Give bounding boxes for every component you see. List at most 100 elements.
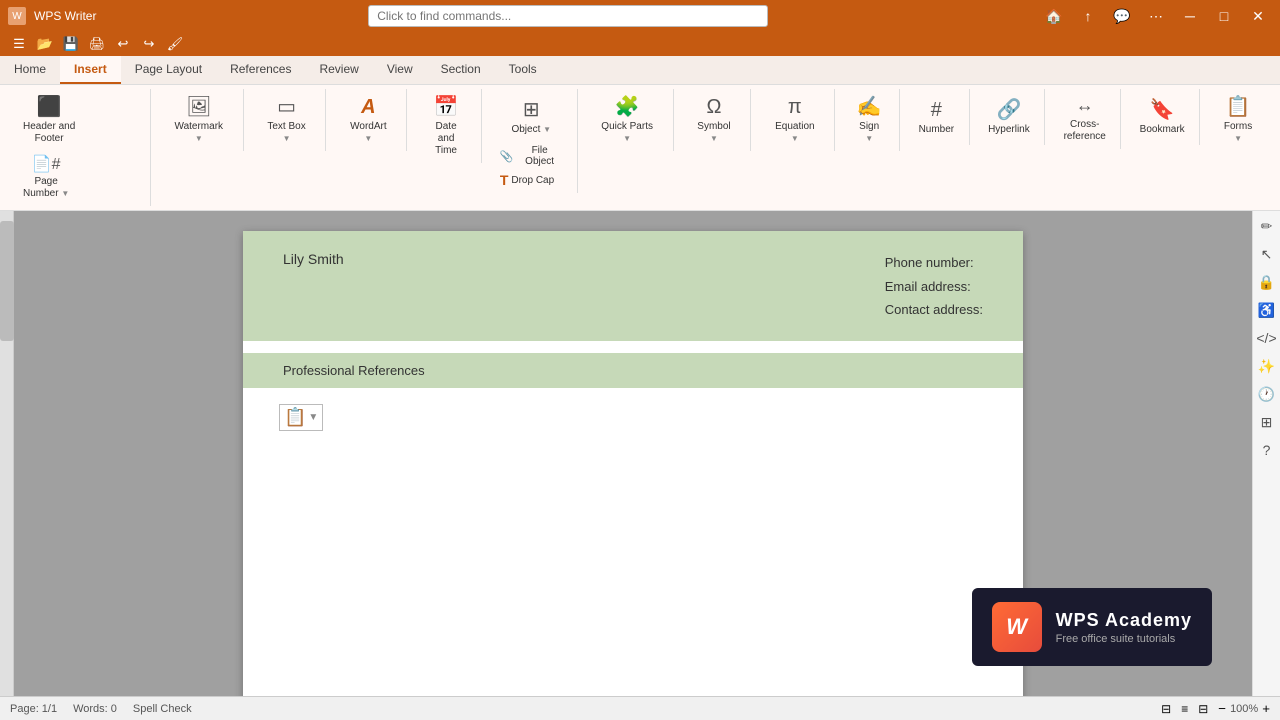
watermark-btn[interactable]: 🖼 Watermark ▼: [163, 91, 235, 149]
ribbon-content: ⬛ Header andFooter 📄# PageNumber ▼ 🖼 Wat…: [0, 85, 1280, 210]
comment-btn[interactable]: 💬: [1108, 5, 1136, 27]
group-forms: 📋 Forms ▼: [1204, 89, 1272, 151]
web-view-btn[interactable]: ⊟: [1198, 702, 1208, 716]
person-name: Lily Smith: [283, 251, 344, 267]
watermark-icon: 🖼: [186, 95, 211, 119]
pencil-icon-btn[interactable]: ✏: [1256, 215, 1278, 237]
wordart-btn[interactable]: A WordArt ▼: [338, 91, 398, 149]
menu-btn[interactable]: ☰: [8, 34, 30, 54]
page-number-btn[interactable]: 📄# PageNumber ▼: [16, 151, 76, 204]
group-quickparts: 🧩 Quick Parts ▼: [582, 89, 674, 151]
tab-references[interactable]: References: [216, 56, 305, 84]
tab-review[interactable]: Review: [305, 56, 372, 84]
lock-icon-btn[interactable]: 🔒: [1256, 271, 1278, 293]
cursor-icon-btn[interactable]: ↖: [1256, 243, 1278, 265]
object-btn[interactable]: ⊞ Object ▼: [504, 91, 558, 143]
phone-row: Phone number:: [885, 251, 983, 274]
forms-icon: 📋: [1226, 95, 1251, 119]
object-icon: ⊞: [523, 98, 540, 122]
redo-btn[interactable]: ↪: [138, 34, 160, 54]
layout-icon-btn[interactable]: ⊞: [1256, 411, 1278, 433]
code-icon-btn[interactable]: </>: [1256, 327, 1278, 349]
zoom-out-btn[interactable]: −: [1218, 701, 1226, 716]
file-object-btn[interactable]: 📎 File Object: [494, 145, 569, 167]
group-symbol: Ω Symbol ▼: [678, 89, 752, 151]
tab-insert[interactable]: Insert: [60, 56, 121, 84]
status-right: ⊟ ≡ ⊟ − 100% +: [1161, 701, 1270, 716]
tab-section[interactable]: Section: [427, 56, 495, 84]
group-watermark: 🖼 Watermark ▼: [155, 89, 244, 151]
header-footer-btn[interactable]: ⬛ Header andFooter: [16, 91, 82, 149]
document-body[interactable]: 📋 ▼: [243, 388, 1023, 588]
history-icon-btn[interactable]: 🕐: [1256, 383, 1278, 405]
section-header: Professional References: [243, 353, 1023, 388]
hyperlink-btn[interactable]: 🔗 Hyperlink: [981, 91, 1037, 143]
group-sign: ✍ Sign ▼: [839, 89, 900, 151]
minimize-btn[interactable]: ─: [1176, 5, 1204, 27]
search-input[interactable]: [368, 5, 768, 27]
crossref-icon: ↔: [1076, 95, 1094, 117]
header-footer-icon: ⬛: [37, 95, 62, 119]
save-btn[interactable]: 💾: [60, 34, 82, 54]
right-panel: ✏ ↖ 🔒 ♿ </> ✨ 🕐 ⊞ ?: [1252, 211, 1280, 696]
group-equation: π Equation ▼: [755, 89, 835, 151]
tab-home[interactable]: Home: [0, 56, 60, 84]
undo-btn[interactable]: ↩: [112, 34, 134, 54]
symbol-btn[interactable]: Ω Symbol ▼: [686, 91, 743, 149]
crossref-btn[interactable]: ↔ Cross-reference: [1057, 91, 1113, 147]
read-view-btn[interactable]: ≡: [1181, 702, 1188, 716]
group-wordart: A WordArt ▼: [330, 89, 407, 151]
maximize-btn[interactable]: □: [1210, 5, 1238, 27]
word-count: Words: 0: [73, 703, 117, 715]
wps-logo: W: [992, 602, 1042, 652]
title-bar-left: W WPS Writer: [8, 7, 96, 25]
wps-academy-banner: W WPS Academy Free office suite tutorial…: [972, 588, 1212, 666]
quick-access-toolbar: ☰ 📂 💾 🖨 ↩ ↪ 🖌: [0, 32, 1280, 56]
print-btn[interactable]: 🖨: [86, 34, 108, 54]
title-bar: W WPS Writer 🏠 ↑ 💬 ⋯ ─ □ ✕: [0, 0, 1280, 32]
paste-button[interactable]: 📋 ▼: [279, 404, 323, 431]
number-btn[interactable]: # Number: [912, 91, 962, 143]
textbox-btn[interactable]: ▭ Text Box ▼: [256, 91, 318, 149]
number-icon: #: [931, 98, 942, 122]
zoom-in-btn[interactable]: +: [1262, 701, 1270, 716]
left-scrollbar[interactable]: [0, 211, 14, 696]
textbox-icon: ▭: [277, 95, 296, 119]
tab-view[interactable]: View: [373, 56, 427, 84]
sign-btn[interactable]: ✍ Sign ▼: [847, 91, 891, 149]
wordart-icon: A: [361, 95, 375, 119]
more-btn[interactable]: ⋯: [1142, 5, 1170, 27]
status-bar: Page: 1/1 Words: 0 Spell Check ⊟ ≡ ⊟ − 1…: [0, 696, 1280, 720]
page-number-icon: 📄#: [32, 155, 61, 174]
equation-btn[interactable]: π Equation ▼: [763, 91, 826, 149]
magic-icon-btn[interactable]: ✨: [1256, 355, 1278, 377]
document-page: Lily Smith Phone number: Email address: …: [243, 231, 1023, 696]
spell-check[interactable]: Spell Check: [133, 703, 192, 715]
datetime-icon: 📅: [434, 95, 459, 119]
accessibility-icon-btn[interactable]: ♿: [1256, 299, 1278, 321]
wps-academy-text: WPS Academy Free office suite tutorials: [1056, 610, 1192, 645]
tab-tools[interactable]: Tools: [495, 56, 551, 84]
address-row: Contact address:: [885, 298, 983, 321]
email-row: Email address:: [885, 275, 983, 298]
datetime-btn[interactable]: 📅 Date andTime: [419, 91, 472, 161]
wps-icon-btn[interactable]: 🏠: [1040, 5, 1068, 27]
group-hyperlink: 🔗 Hyperlink: [974, 89, 1046, 145]
bookmark-icon: 🔖: [1150, 98, 1175, 122]
open-btn[interactable]: 📂: [34, 34, 56, 54]
quickparts-btn[interactable]: 🧩 Quick Parts ▼: [590, 91, 665, 149]
help-icon-btn[interactable]: ?: [1256, 439, 1278, 461]
equation-icon: π: [788, 95, 802, 119]
page-info: Page: 1/1: [10, 703, 57, 715]
share-btn[interactable]: ↑: [1074, 5, 1102, 27]
paste-dropdown-arrow[interactable]: ▼: [308, 412, 318, 423]
layout-view-btn[interactable]: ⊟: [1161, 702, 1171, 716]
forms-btn[interactable]: 📋 Forms ▼: [1212, 91, 1264, 149]
ribbon: Home Insert Page Layout References Revie…: [0, 56, 1280, 211]
dropcap-btn[interactable]: T Drop Cap: [494, 169, 569, 191]
close-btn[interactable]: ✕: [1244, 5, 1272, 27]
document-area[interactable]: Lily Smith Phone number: Email address: …: [14, 211, 1252, 696]
tab-page-layout[interactable]: Page Layout: [121, 56, 216, 84]
bookmark-btn[interactable]: 🔖 Bookmark: [1133, 91, 1192, 143]
paint-btn[interactable]: 🖌: [164, 34, 186, 54]
